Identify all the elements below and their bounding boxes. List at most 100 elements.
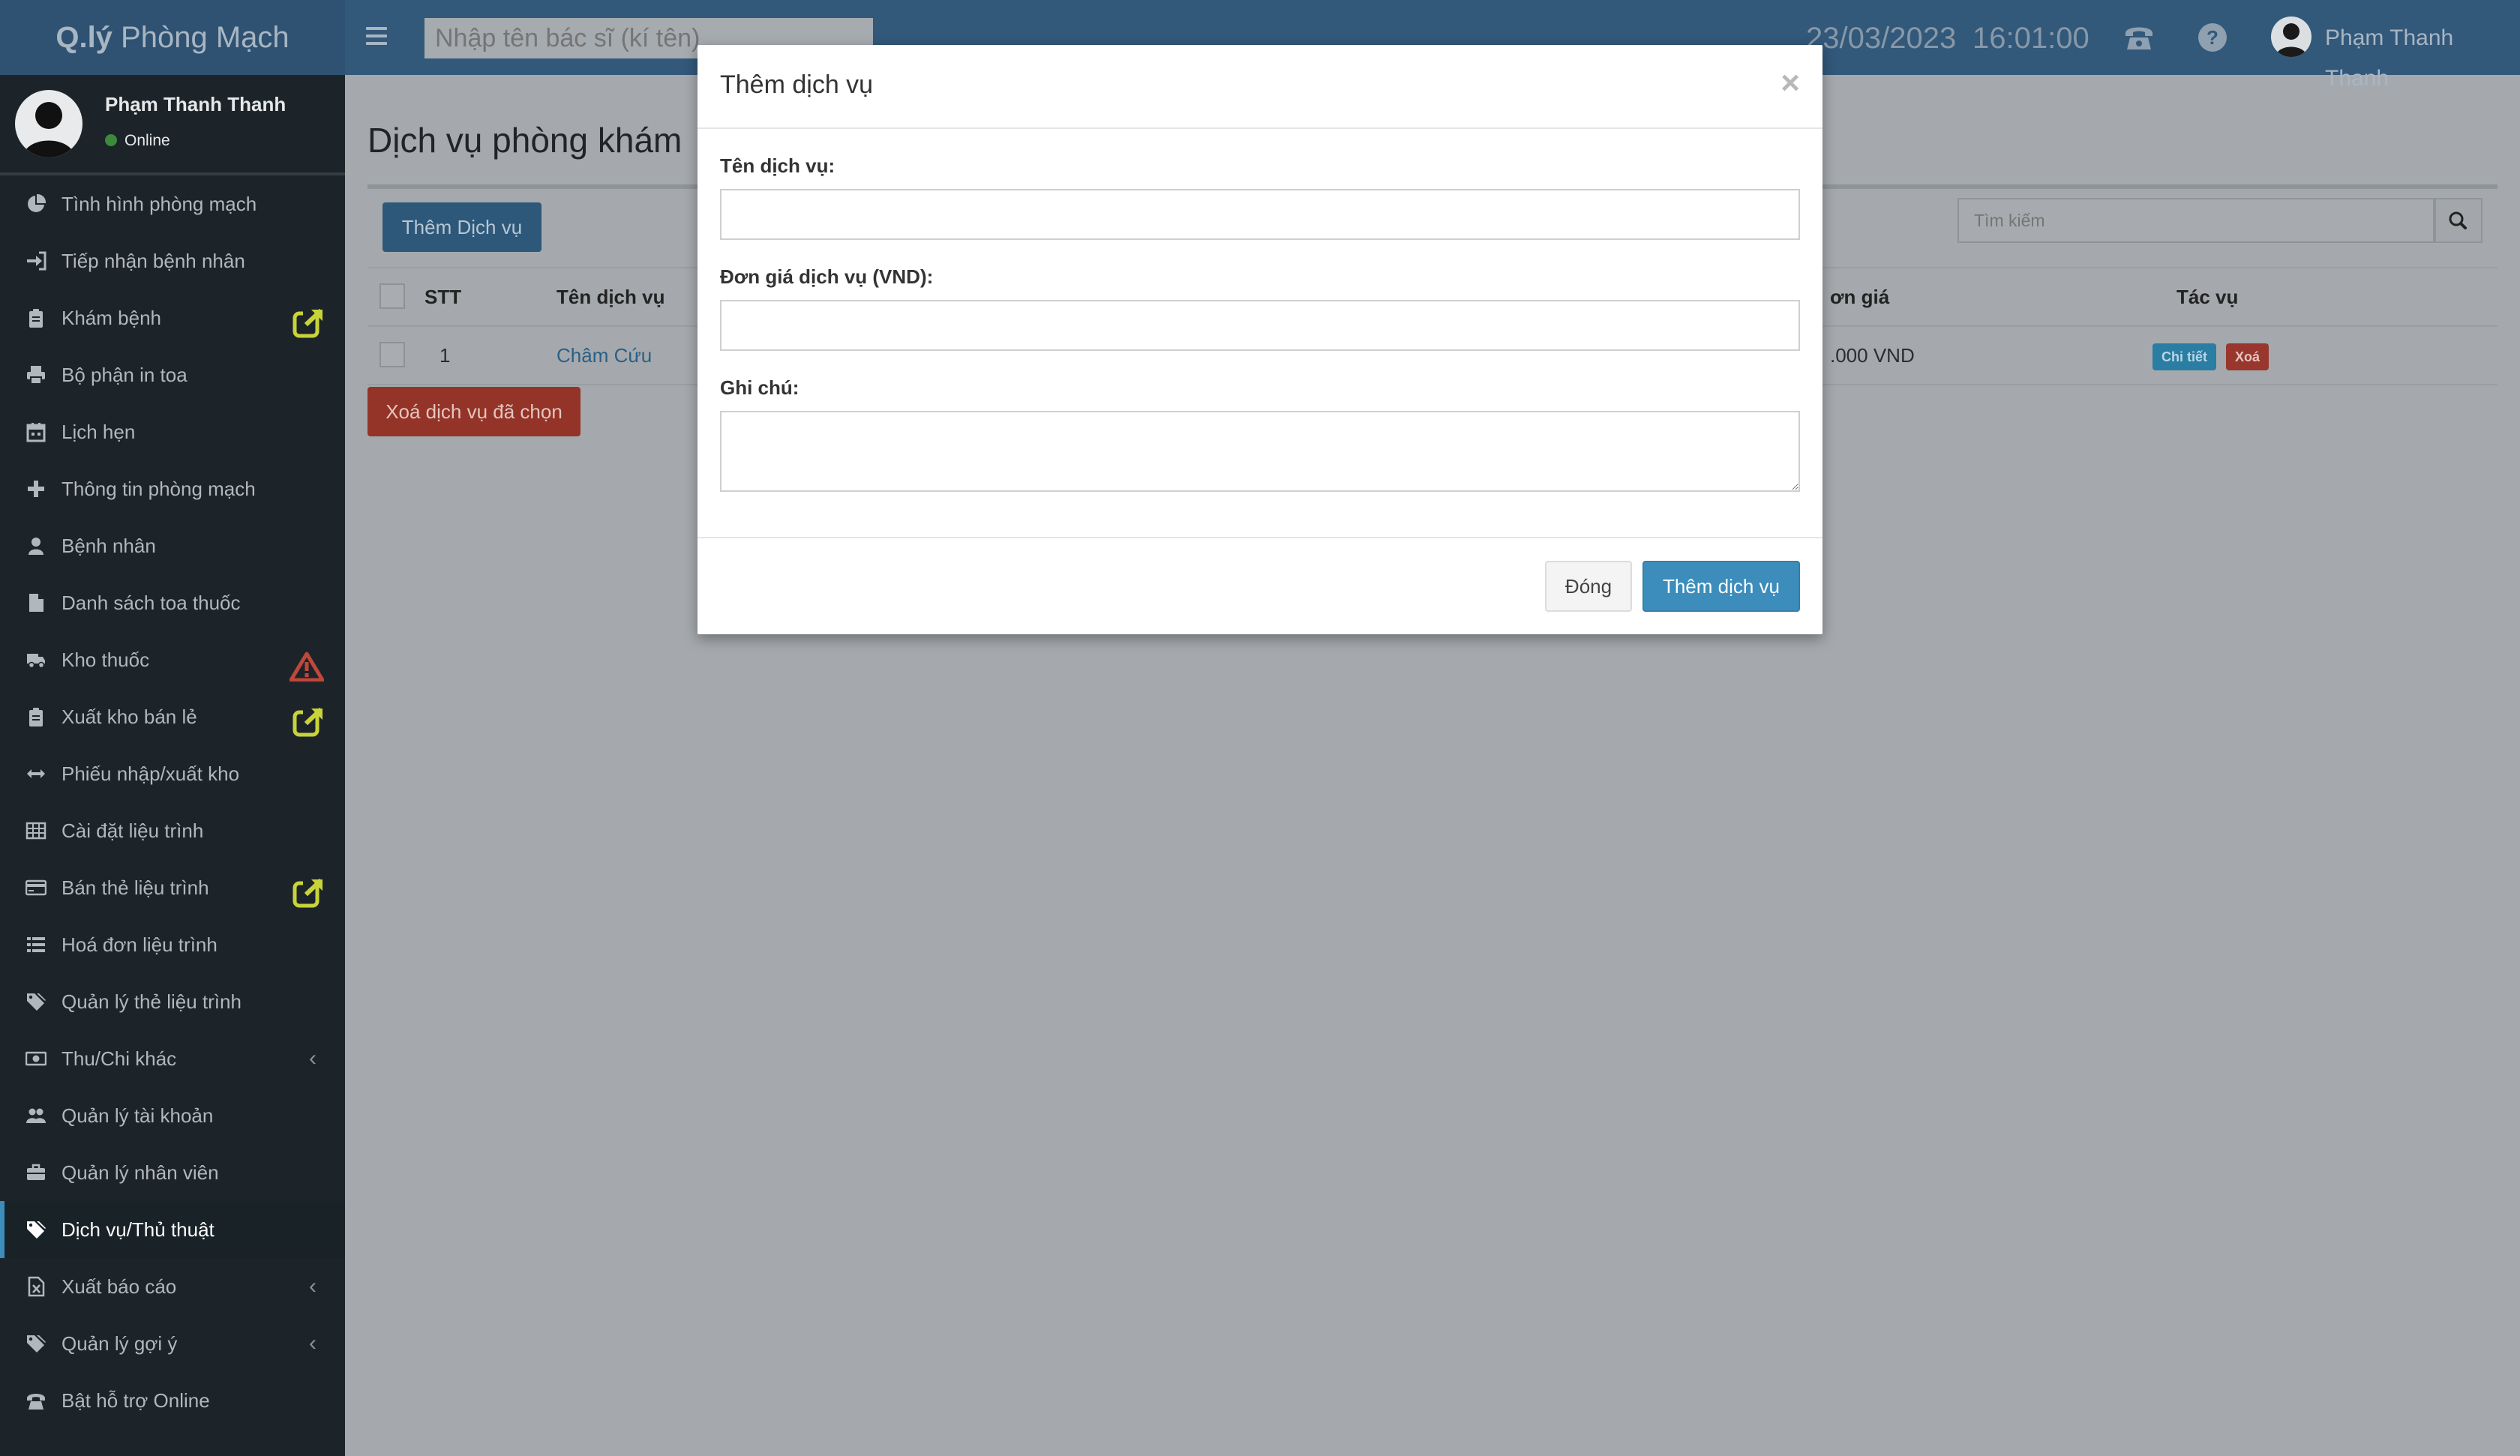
detail-button[interactable]: Chi tiết	[2152, 343, 2216, 370]
chevron-left-icon[interactable]: ‹	[309, 1258, 316, 1315]
sidebar-item-8[interactable]: Danh sách toa thuốc	[0, 574, 345, 631]
search-icon	[2449, 211, 2467, 229]
sign-in-icon	[27, 251, 46, 271]
sidebar-item-20[interactable]: Xuất báo cáo ‹	[0, 1258, 345, 1315]
search-input[interactable]	[1958, 198, 2434, 243]
service-name-input[interactable]	[720, 189, 1800, 240]
sidebar-item-5[interactable]: Lịch hẹn	[0, 403, 345, 460]
sidebar-item-3[interactable]: Khám bệnh	[0, 289, 345, 346]
column-header-actions: Tác vụ	[2176, 286, 2239, 308]
sidebar-item-label: Lịch hẹn	[62, 421, 136, 443]
select-all-checkbox[interactable]	[380, 283, 405, 309]
submit-add-service-button[interactable]: Thêm dịch vụ	[1642, 561, 1800, 612]
sidebar-item-label: Tiếp nhận bệnh nhân	[62, 250, 245, 272]
sidebar-item-2[interactable]: Tiếp nhận bệnh nhân	[0, 232, 345, 289]
svg-text:?: ?	[2206, 26, 2218, 49]
sidebar-item-label: Thu/Chi khác	[62, 1047, 177, 1070]
modal-header: Thêm dịch vụ ×	[698, 45, 1822, 129]
file-excel-icon	[28, 1276, 45, 1297]
sidebar-user-panel: Phạm Thanh Thanh Online	[0, 75, 345, 175]
chevron-left-icon[interactable]: ‹	[309, 1315, 316, 1372]
sidebar-item-10[interactable]: Xuất kho bán lẻ	[0, 688, 345, 745]
sidebar-item-label: Bệnh nhân	[62, 535, 156, 557]
service-name-label: Tên dịch vụ:	[720, 154, 836, 177]
sidebar-user-name: Phạm Thanh Thanh	[105, 93, 286, 115]
chevron-left-icon[interactable]: ‹	[309, 1030, 316, 1087]
row-checkbox[interactable]	[380, 342, 405, 367]
phone-icon[interactable]	[2122, 21, 2156, 54]
row-service-name-link[interactable]: Châm Cứu	[556, 327, 652, 384]
file-icon	[29, 594, 44, 612]
sidebar-item-7[interactable]: Bệnh nhân	[0, 517, 345, 574]
tags-icon	[27, 993, 46, 1011]
sidebar-item-label: Thông tin phòng mạch	[62, 478, 256, 500]
note-label: Ghi chú:	[720, 376, 800, 399]
sidebar-item-4[interactable]: Bộ phận in toa	[0, 346, 345, 403]
tags-icon	[27, 1221, 46, 1239]
sidebar-item-18[interactable]: Quản lý nhân viên	[0, 1144, 345, 1201]
sidebar-item-label: Dịch vụ/Thủ thuật	[62, 1218, 214, 1241]
user-icon	[28, 538, 44, 555]
sidebar-item-19[interactable]: Dịch vụ/Thủ thuật	[0, 1201, 345, 1258]
page-title: Dịch vụ phòng khám	[368, 121, 682, 160]
sidebar-item-13[interactable]: Bán thẻ liệu trình	[0, 859, 345, 916]
column-header-price: ơn giá	[1830, 286, 1890, 308]
sidebar-menu: Tình hình phòng mạch Tiếp nhận bệnh nhân K…	[0, 175, 345, 1429]
column-header-name: Tên dịch vụ	[556, 286, 665, 308]
close-icon[interactable]: ×	[1780, 64, 1800, 102]
warning-icon	[289, 646, 325, 682]
tags-icon	[27, 1335, 46, 1353]
close-button[interactable]: Đóng	[1545, 561, 1632, 612]
external-link-icon[interactable]	[292, 873, 324, 908]
header-time: 16:01:00	[1972, 22, 2090, 55]
arrows-h-icon	[27, 769, 45, 778]
sidebar-item-9[interactable]: Kho thuốc	[0, 631, 345, 688]
external-link-icon[interactable]	[292, 702, 324, 737]
search-button[interactable]	[2434, 198, 2482, 243]
users-icon	[26, 1108, 46, 1123]
delete-selected-button[interactable]: Xoá dịch vụ đã chọn	[368, 387, 580, 436]
sidebar-item-15[interactable]: Quản lý thẻ liệu trình	[0, 973, 345, 1030]
row-price: .000 VND	[1830, 344, 1915, 367]
modal-footer: Đóng Thêm dịch vụ	[698, 537, 1822, 636]
column-header-stt: STT	[424, 286, 462, 308]
sidebar-item-label: Quản lý thẻ liệu trình	[62, 990, 242, 1013]
sidebar-item-label: Khám bệnh	[62, 307, 161, 329]
sidebar-item-label: Quản lý nhân viên	[62, 1161, 219, 1184]
sidebar-item-12[interactable]: Cài đặt liệu trình	[0, 802, 345, 859]
list-icon	[27, 937, 45, 952]
add-service-modal: Thêm dịch vụ × Tên dịch vụ: Đơn giá dịch…	[698, 45, 1822, 634]
sidebar-item-11[interactable]: Phiếu nhập/xuất kho	[0, 745, 345, 802]
service-price-input[interactable]	[720, 300, 1800, 351]
note-textarea[interactable]	[720, 411, 1800, 492]
sidebar-item-label: Kho thuốc	[62, 649, 150, 671]
truck-icon	[27, 654, 45, 669]
help-icon[interactable]: ?	[2196, 21, 2229, 54]
sidebar-item-6[interactable]: Thông tin phòng mạch	[0, 460, 345, 517]
modal-title: Thêm dịch vụ	[720, 70, 874, 99]
pie-chart-icon	[28, 193, 46, 212]
row-stt: 1	[440, 344, 451, 367]
sidebar-item-label: Bật hỗ trợ Online	[62, 1389, 210, 1412]
sidebar-item-16[interactable]: Thu/Chi khác ‹	[0, 1030, 345, 1087]
sidebar-item-label: Bán thẻ liệu trình	[62, 876, 209, 899]
sidebar-item-22[interactable]: Bật hỗ trợ Online	[0, 1372, 345, 1429]
app-logo[interactable]: Q.lý Phòng Mạch	[0, 0, 345, 75]
user-avatar[interactable]	[2271, 16, 2312, 57]
calendar-icon	[26, 423, 46, 442]
external-link-icon[interactable]	[292, 303, 324, 338]
sidebar-item-21[interactable]: Quản lý gợi ý ‹	[0, 1315, 345, 1372]
delete-row-button[interactable]: Xoá	[2226, 343, 2270, 370]
sidebar-item-label: Cài đặt liệu trình	[62, 819, 204, 842]
status-badge: Online	[105, 132, 170, 150]
sidebar-item-label: Xuất kho bán lẻ	[62, 706, 197, 728]
sidebar-item-label: Phiếu nhập/xuất kho	[62, 762, 240, 785]
sidebar-item-label: Quản lý tài khoản	[62, 1104, 214, 1127]
sidebar-item-1[interactable]: Tình hình phòng mạch	[0, 175, 345, 232]
sidebar-item-label: Xuất báo cáo	[62, 1275, 177, 1298]
sidebar-item-14[interactable]: Hoá đơn liệu trình	[0, 916, 345, 973]
sidebar-item-17[interactable]: Quản lý tài khoản	[0, 1087, 345, 1144]
sidebar-toggle-icon[interactable]	[366, 22, 387, 52]
add-service-button[interactable]: Thêm Dịch vụ	[382, 202, 542, 252]
avatar	[15, 90, 82, 157]
